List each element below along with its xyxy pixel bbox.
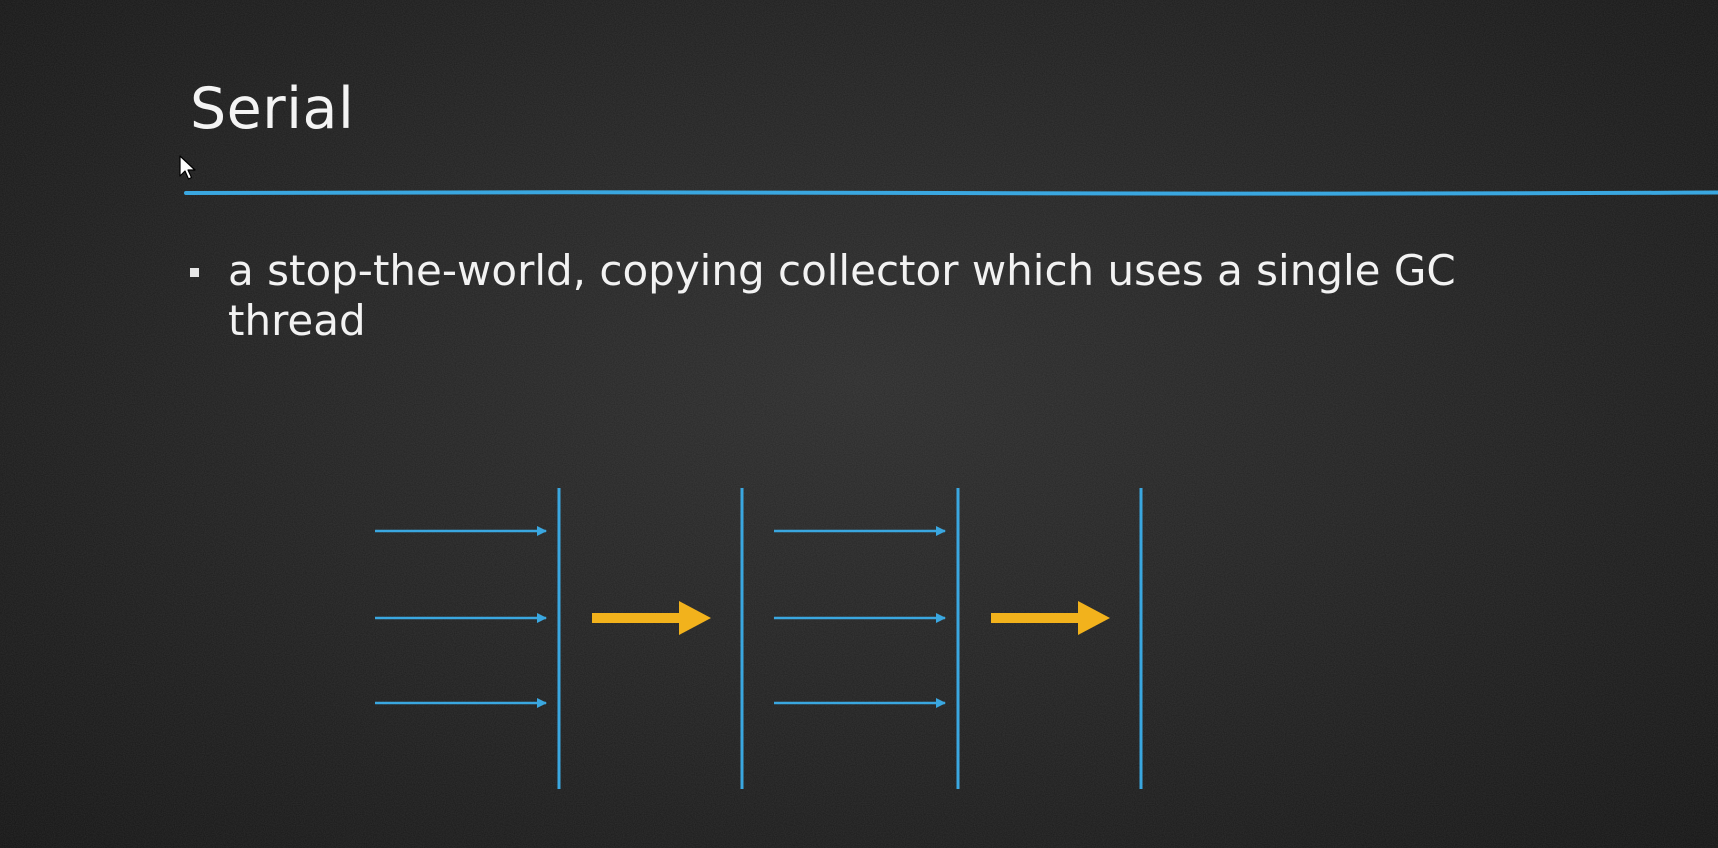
slide: Serial a stop-the-world, copying collect… xyxy=(0,0,1718,848)
square-bullet-icon xyxy=(190,268,199,277)
mouse-pointer-icon xyxy=(179,155,196,180)
gc-thread-arrow xyxy=(592,601,711,635)
gc-thread-arrow xyxy=(991,601,1110,635)
title-underline xyxy=(184,190,1718,196)
bullet-text: a stop-the-world, copying collector whic… xyxy=(228,246,1456,345)
bullet-list: a stop-the-world, copying collector whic… xyxy=(190,246,1570,346)
bullet-item: a stop-the-world, copying collector whic… xyxy=(190,246,1570,346)
slide-title: Serial xyxy=(190,76,355,142)
